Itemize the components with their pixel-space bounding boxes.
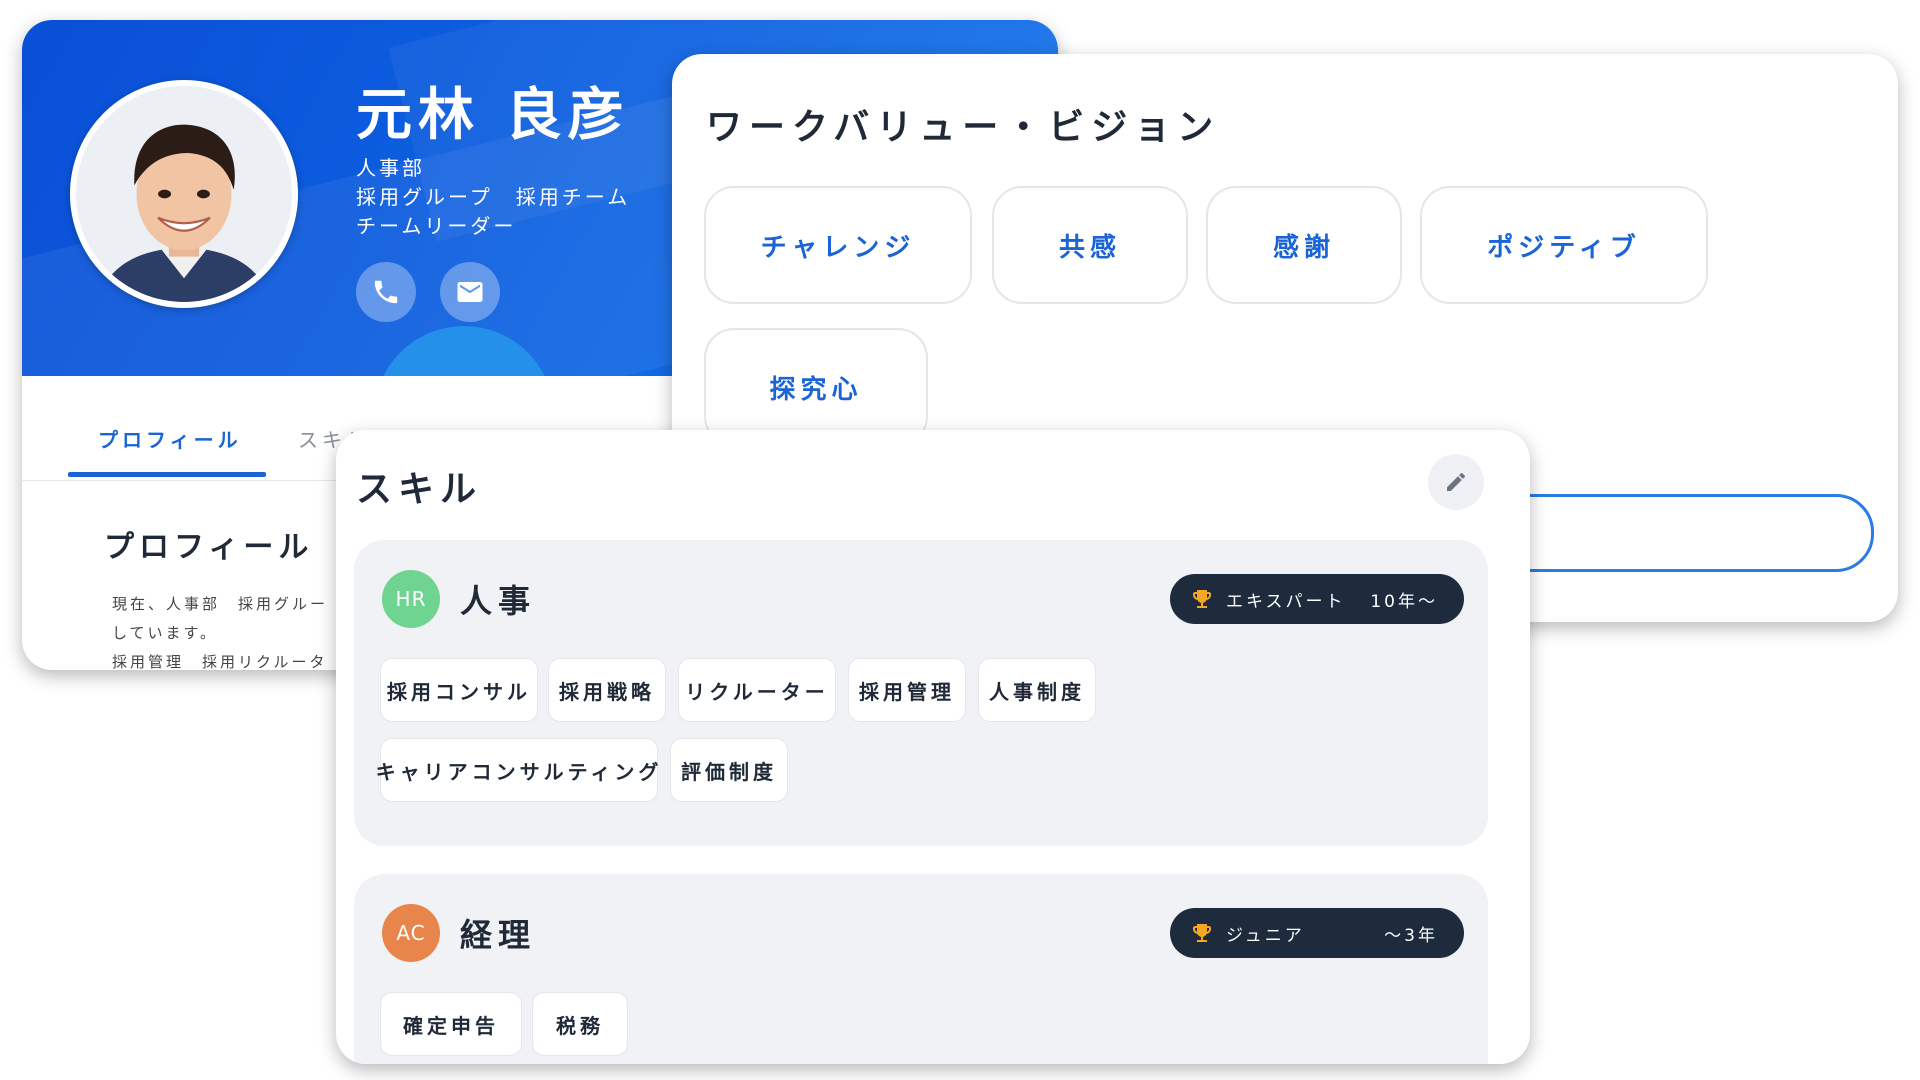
phone-icon [374, 280, 398, 304]
skill-tag: 採用コンサル [380, 658, 538, 722]
work-value-title: ワークバリュー・ビジョン [706, 107, 1221, 148]
years-label: 〜3年 [1384, 925, 1438, 946]
profile-department: 人事部 採用グループ 採用チーム チームリーダー [356, 154, 630, 241]
years-label: 10年〜 [1370, 591, 1438, 612]
tab-profile[interactable]: プロフィール [98, 424, 242, 453]
level-label: エキスパート [1226, 591, 1346, 612]
skill-tag: 税務 [532, 992, 628, 1056]
skill-group-hr: HR 人事 エキスパート 10年〜 採用コンサル 採用戦略 リクルーター 採用管… [354, 540, 1488, 846]
profile-text-line: 現在、人事部 採用グルー [112, 595, 329, 613]
value-chip-empathy[interactable]: 共感 [992, 186, 1188, 304]
active-tab-indicator [68, 472, 266, 477]
group-icon-accounting: AC [382, 904, 440, 962]
skill-tag: 採用管理 [848, 658, 966, 722]
skill-title: スキル [356, 469, 483, 510]
trophy-icon [1193, 924, 1211, 942]
level-badge-hr: エキスパート 10年〜 [1170, 574, 1464, 624]
level-label: ジュニア [1226, 925, 1305, 946]
avatar-photo [76, 86, 292, 302]
edit-button[interactable] [1428, 454, 1484, 510]
level-badge-accounting: ジュニア 〜3年 [1170, 908, 1464, 958]
profile-text-line: 採用管理 採用リクルータ [112, 653, 328, 670]
skill-tag: リクルーター [678, 658, 836, 722]
value-chip-gratitude[interactable]: 感謝 [1206, 186, 1402, 304]
profile-section-title: プロフィール [104, 530, 314, 565]
mail-button[interactable] [440, 262, 500, 322]
group-name-hr: 人事 [460, 582, 537, 620]
group-icon-hr: HR [382, 570, 440, 628]
pencil-icon [1447, 472, 1465, 491]
skill-group-accounting: AC 経理 ジュニア 〜3年 確定申告 税務 [354, 874, 1488, 1064]
trophy-icon [1193, 590, 1211, 608]
skill-tag: キャリアコンサルティング [376, 738, 658, 802]
profile-name: 元林 良彦 [356, 83, 630, 148]
skill-card: スキル HR 人事 エキスパート 10年〜 採用コンサル 採用戦略 リクルーター… [336, 430, 1530, 1064]
value-chip-curiosity[interactable]: 探究心 [704, 328, 928, 446]
profile-description: 現在、人事部 採用グルー しています。 採用管理 採用リクルータ [112, 590, 328, 670]
role-line: チームリーダー [356, 214, 517, 238]
mail-icon [457, 282, 483, 302]
profile-text-line: しています。 [112, 624, 219, 642]
value-chip-challenge[interactable]: チャレンジ [704, 186, 972, 304]
skill-tag: 評価制度 [670, 738, 788, 802]
skill-tag: 確定申告 [380, 992, 522, 1056]
group-name-accounting: 経理 [460, 916, 537, 954]
skill-tag: 人事制度 [978, 658, 1096, 722]
value-chip-positive[interactable]: ポジティブ [1420, 186, 1708, 304]
group-line: 採用グループ 採用チーム [356, 185, 631, 209]
department-line: 人事部 [356, 156, 425, 180]
skill-tag: 採用戦略 [548, 658, 666, 722]
avatar [70, 80, 298, 308]
phone-button[interactable] [356, 262, 416, 322]
